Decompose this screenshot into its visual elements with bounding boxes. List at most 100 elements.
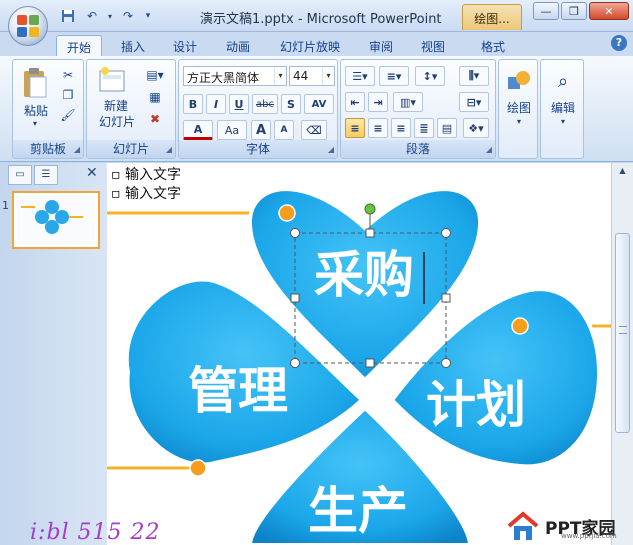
align-center-icon[interactable]: ≡ bbox=[368, 118, 388, 138]
align-text-icon[interactable]: ⊟▾ bbox=[459, 92, 489, 112]
tab-view[interactable]: 视图 bbox=[412, 35, 454, 56]
scroll-grip-icon bbox=[619, 326, 627, 334]
bold-button[interactable]: B bbox=[183, 94, 203, 114]
office-button[interactable] bbox=[8, 6, 48, 46]
italic-button[interactable]: I bbox=[206, 94, 226, 114]
house-logo-icon bbox=[507, 511, 539, 540]
clear-formatting-icon[interactable]: ⌫ bbox=[301, 120, 327, 140]
underline-button[interactable]: U bbox=[229, 94, 249, 114]
delete-slide-icon[interactable]: ✖ bbox=[143, 110, 167, 128]
change-case-button[interactable]: Aa bbox=[217, 120, 247, 140]
clover-diagram: 采购 管理 计划 生产 bbox=[107, 187, 611, 545]
slides-launcher-icon[interactable]: ◢ bbox=[166, 145, 172, 154]
align-right-icon[interactable]: ≡ bbox=[391, 118, 411, 138]
resize-handle-t[interactable] bbox=[365, 228, 375, 238]
new-slide-label-2[interactable]: 幻灯片 bbox=[89, 114, 145, 129]
tab-format[interactable]: 格式 bbox=[472, 35, 514, 56]
slide-thumbnail[interactable] bbox=[12, 191, 100, 249]
clipboard-launcher-icon[interactable]: ◢ bbox=[74, 145, 80, 154]
tab-slideshow[interactable]: 幻灯片放映 bbox=[272, 35, 348, 56]
minimize-icon[interactable]: — bbox=[533, 2, 559, 20]
font-name-combo[interactable]: 方正大黑简体 ▾ bbox=[183, 66, 287, 86]
drawing-dropdown-icon[interactable]: ▾ bbox=[511, 116, 527, 126]
scroll-up-icon[interactable]: ▲ bbox=[615, 166, 630, 181]
shapes-icon[interactable] bbox=[503, 66, 535, 96]
font-size-combo[interactable]: 44 ▾ bbox=[289, 66, 335, 86]
reset-icon[interactable]: ▦ bbox=[143, 88, 167, 106]
columns-icon[interactable]: ▥▾ bbox=[393, 92, 423, 112]
ribbon: 粘贴 ▾ ✂ ❐ 🖌 剪贴板 ◢ 新建 幻灯片 ▤▾ ▦ ✖ 幻灯片 ◢ 方正大… bbox=[0, 56, 633, 162]
redo-icon[interactable]: ↷ bbox=[118, 7, 138, 25]
restore-icon[interactable]: ❐ bbox=[561, 2, 587, 20]
slide-canvas[interactable]: ▫ 输入文字 ▫ 输入文字 采购 管理 计划 生产 bbox=[107, 163, 611, 545]
numbering-icon[interactable]: ≡▾ bbox=[379, 66, 409, 86]
connector-dot-top bbox=[278, 204, 296, 222]
close-panel-icon[interactable]: ✕ bbox=[86, 165, 98, 181]
close-icon[interactable]: ✕ bbox=[589, 2, 629, 20]
grow-font-button[interactable]: A bbox=[251, 120, 271, 140]
resize-handle-bl[interactable] bbox=[290, 358, 300, 368]
vertical-scrollbar[interactable]: ▲ bbox=[611, 163, 633, 545]
text-direction-icon[interactable]: ⫼▾ bbox=[459, 66, 489, 86]
watermark: PPT家园 www.pptjia.com bbox=[505, 508, 617, 544]
paste-button[interactable]: 粘贴 bbox=[19, 102, 53, 118]
tab-animation[interactable]: 动画 bbox=[217, 35, 259, 56]
editing-dropdown-icon[interactable]: ▾ bbox=[555, 116, 571, 126]
font-name-dropdown-icon[interactable]: ▾ bbox=[274, 67, 286, 85]
connector-dot-right bbox=[511, 317, 529, 335]
char-spacing-button[interactable]: AV bbox=[304, 94, 334, 114]
petal-label-left: 管理 bbox=[188, 362, 288, 420]
drawing-tools-context-tab: 绘图... bbox=[462, 4, 522, 30]
smartart-convert-icon[interactable]: ❖▾ bbox=[463, 118, 489, 138]
save-icon[interactable] bbox=[58, 7, 78, 25]
scroll-thumb[interactable] bbox=[615, 233, 630, 433]
text-shadow-button[interactable]: S bbox=[281, 94, 301, 114]
line-spacing-icon[interactable]: ↕▾ bbox=[415, 66, 445, 86]
font-size-dropdown-icon[interactable]: ▾ bbox=[322, 67, 334, 85]
resize-handle-tl[interactable] bbox=[290, 228, 300, 238]
tab-review[interactable]: 审阅 bbox=[360, 35, 402, 56]
resize-handle-b[interactable] bbox=[365, 358, 375, 368]
layout-icon[interactable]: ▤▾ bbox=[143, 66, 167, 84]
new-slide-icon[interactable] bbox=[97, 64, 129, 96]
slides-group-label: 幻灯片 bbox=[87, 140, 175, 158]
help-icon[interactable]: ? bbox=[611, 35, 627, 51]
resize-handle-r[interactable] bbox=[441, 293, 451, 303]
distribute-icon[interactable]: ▤ bbox=[437, 118, 457, 138]
bullets-icon[interactable]: ☰▾ bbox=[345, 66, 375, 86]
tab-home[interactable]: 开始 bbox=[56, 35, 102, 56]
paragraph-group: ☰▾ ≡▾ ↕▾ ⫼▾ ⇤ ⇥ ▥▾ ⊟▾ ≡ ≡ ≡ ≣ ▤ ❖▾ 段落 ◢ bbox=[340, 59, 496, 159]
align-left-icon[interactable]: ≡ bbox=[345, 118, 365, 138]
outline-tab-icon[interactable]: ☰ bbox=[34, 165, 58, 185]
format-painter-icon[interactable]: 🖌 bbox=[59, 106, 77, 124]
editing-button[interactable]: 编辑 bbox=[543, 100, 583, 115]
rotation-handle[interactable] bbox=[364, 203, 376, 215]
resize-handle-tr[interactable] bbox=[441, 228, 451, 238]
justify-icon[interactable]: ≣ bbox=[414, 118, 434, 138]
increase-indent-icon[interactable]: ⇥ bbox=[368, 92, 388, 112]
decrease-indent-icon[interactable]: ⇤ bbox=[345, 92, 365, 112]
paste-icon[interactable] bbox=[19, 66, 51, 100]
paragraph-launcher-icon[interactable]: ◢ bbox=[486, 145, 492, 154]
slides-group: 新建 幻灯片 ▤▾ ▦ ✖ 幻灯片 ◢ bbox=[86, 59, 176, 159]
shrink-font-button[interactable]: A bbox=[274, 120, 294, 140]
slides-tab-icon[interactable]: ▭ bbox=[8, 165, 32, 185]
cut-icon[interactable]: ✂ bbox=[59, 66, 77, 84]
paste-dropdown-icon[interactable]: ▾ bbox=[27, 118, 43, 128]
tab-insert[interactable]: 插入 bbox=[112, 35, 154, 56]
customize-qat-icon[interactable]: ▾ bbox=[142, 7, 154, 25]
resize-handle-br[interactable] bbox=[441, 358, 451, 368]
find-binoculars-icon[interactable]: ⌕ bbox=[547, 66, 579, 96]
resize-handle-l[interactable] bbox=[290, 293, 300, 303]
copy-icon[interactable]: ❐ bbox=[59, 86, 77, 104]
font-launcher-icon[interactable]: ◢ bbox=[328, 145, 334, 154]
new-slide-label-1[interactable]: 新建 bbox=[91, 98, 141, 113]
font-color-button[interactable]: A bbox=[183, 120, 213, 140]
undo-dropdown-icon[interactable]: ▾ bbox=[106, 7, 114, 25]
strikethrough-button[interactable]: abc bbox=[252, 94, 278, 114]
connector-dot-left bbox=[189, 459, 207, 477]
tab-design[interactable]: 设计 bbox=[164, 35, 206, 56]
drawing-button[interactable]: 绘图 bbox=[501, 100, 537, 115]
undo-icon[interactable]: ↶ bbox=[82, 7, 102, 25]
slide-number: 1 bbox=[2, 199, 9, 212]
